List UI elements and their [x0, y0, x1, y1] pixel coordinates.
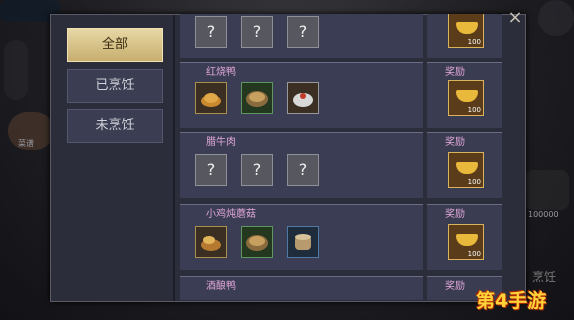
unknown-ingredient-slot[interactable]: ? — [241, 16, 273, 48]
gold-ingot-icon — [456, 22, 478, 34]
recipe-card: 红烧鸭 奖励 100 — [180, 62, 502, 128]
recipe-title: 红烧鸭 — [206, 67, 236, 78]
tab-uncooked[interactable]: 未烹饪 — [67, 109, 163, 143]
soup-jar-icon[interactable] — [287, 226, 319, 258]
gold-reward[interactable]: 100 — [448, 14, 484, 48]
bg-top-right-button — [538, 0, 574, 36]
gold-reward[interactable]: 100 — [448, 80, 484, 116]
bg-left-label: 菜谱 — [18, 139, 34, 148]
rice-bowl-icon[interactable] — [287, 82, 319, 114]
reward-label: 奖励 — [445, 209, 465, 220]
gold-ingot-icon — [456, 162, 478, 174]
gold-reward[interactable]: 100 — [448, 152, 484, 188]
roast-duck-icon[interactable] — [195, 82, 227, 114]
filter-sidebar: 全部 已烹饪 未烹饪 — [57, 22, 173, 298]
reward-label: 奖励 — [445, 281, 465, 292]
chicken-mushroom-icon[interactable] — [195, 226, 227, 258]
recipe-title: 小鸡炖蘑菇 — [206, 209, 256, 220]
site-watermark: 第4手游 — [476, 290, 547, 312]
unknown-ingredient-slot[interactable]: ? — [241, 154, 273, 186]
gold-ingot-icon — [456, 234, 478, 246]
reward-count: 100 — [467, 178, 481, 186]
recipe-card: ? ? ? 100 — [180, 14, 502, 58]
reward-label: 奖励 — [445, 67, 465, 78]
recipe-list[interactable]: ? ? ? 100 红烧鸭 奖励 100 腊牛肉 奖励 ? ? ? 100 小鸡… — [180, 14, 502, 300]
reward-label: 奖励 — [445, 137, 465, 148]
gold-ingot-icon — [456, 90, 478, 102]
gold-reward[interactable]: 100 — [448, 224, 484, 260]
unknown-ingredient-slot[interactable]: ? — [287, 154, 319, 186]
stew-pot-icon[interactable] — [241, 226, 273, 258]
unknown-ingredient-slot[interactable]: ? — [195, 16, 227, 48]
bg-right-number: 100000 — [528, 210, 559, 219]
recipe-title: 腊牛肉 — [206, 137, 236, 148]
bg-right-text: 烹饪 — [532, 270, 557, 284]
stew-pot-icon[interactable] — [241, 82, 273, 114]
tab-cooked[interactable]: 已烹饪 — [67, 69, 163, 103]
reward-count: 100 — [467, 106, 481, 114]
bg-right-item — [525, 170, 569, 210]
recipe-card: 小鸡炖蘑菇 奖励 100 — [180, 204, 502, 270]
recipe-card: 酒酿鸭 奖励 — [180, 276, 502, 300]
reward-count: 100 — [467, 250, 481, 258]
reward-count: 100 — [467, 38, 481, 46]
recipe-title: 酒酿鸭 — [206, 281, 236, 292]
bg-left-edge — [4, 40, 28, 100]
recipe-card: 腊牛肉 奖励 ? ? ? 100 — [180, 132, 502, 198]
unknown-ingredient-slot[interactable]: ? — [195, 154, 227, 186]
close-icon[interactable]: × — [505, 8, 525, 28]
tab-all[interactable]: 全部 — [67, 28, 163, 62]
panel-divider — [173, 15, 175, 301]
unknown-ingredient-slot[interactable]: ? — [287, 16, 319, 48]
